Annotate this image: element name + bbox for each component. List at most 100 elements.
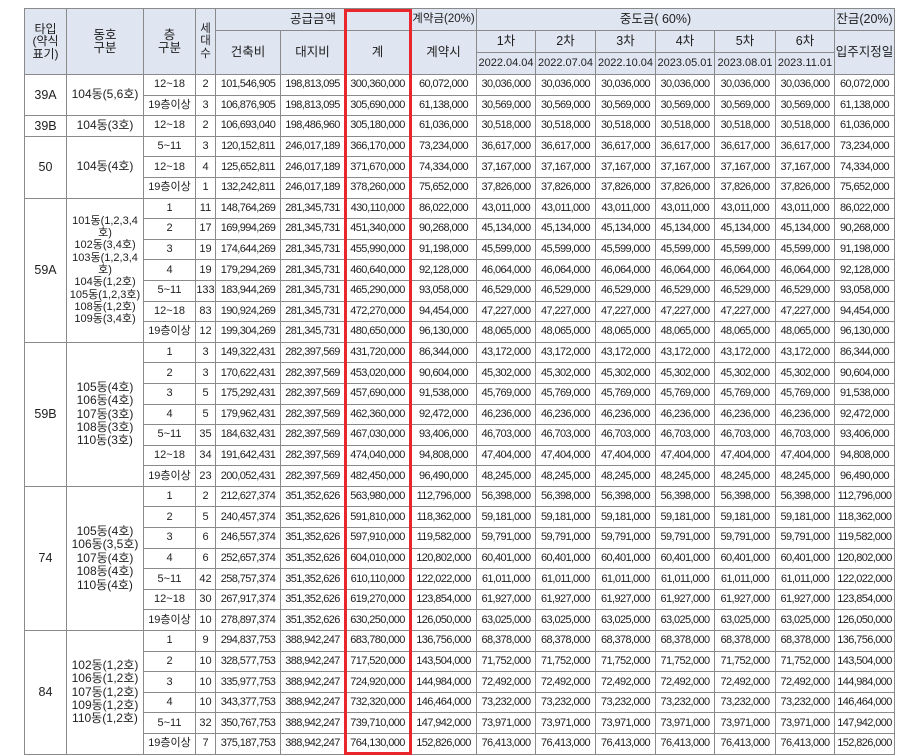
interim-5: 37,826,000 (714, 176, 776, 199)
dong-item: 110동(1,2호) (72, 711, 138, 726)
interim-5: 72,492,000 (714, 671, 776, 693)
land-cost: 351,352,626 (280, 506, 345, 529)
building-cost: 175,292,431 (215, 382, 281, 405)
interim-6: 63,025,000 (775, 609, 835, 632)
interim-1: 30,569,000 (476, 94, 536, 117)
interim-3: 43,172,000 (595, 341, 656, 364)
contract-deposit: 143,504,000 (410, 650, 477, 673)
interim-6: 60,401,000 (775, 547, 835, 570)
interim-5: 43,011,000 (714, 197, 776, 220)
interim-2: 37,167,000 (535, 156, 596, 178)
installment-2-header: 2차 (535, 30, 596, 53)
interim-3: 61,011,000 (595, 568, 656, 590)
balance-payment: 73,234,000 (834, 135, 895, 158)
contract-deposit: 61,036,000 (410, 115, 477, 137)
dong-item: 106동(3,5호) (71, 537, 139, 552)
floor-header: 층 구분 (143, 8, 196, 75)
table-row: 4 10 343,377,753 388,942,247 732,320,000 146,… (25, 691, 895, 714)
interim-2: 73,971,000 (535, 712, 596, 734)
unit-count: 3 (195, 94, 216, 117)
balance-payment: 61,036,000 (834, 115, 895, 137)
floor-range: 4 (143, 691, 196, 714)
unit-count: 42 (195, 568, 216, 590)
unit-count: 10 (195, 691, 216, 714)
interim-4: 59,181,000 (655, 506, 715, 529)
interim-1: 46,064,000 (476, 259, 536, 281)
interim-1: 45,599,000 (476, 238, 536, 261)
table-row: 2 3 170,622,431 282,397,569 453,020,000 90,60… (25, 362, 895, 384)
dong-list: 104동(3호) (66, 115, 144, 137)
building-cost: 120,152,811 (215, 135, 281, 158)
interim-4: 36,617,000 (655, 135, 715, 158)
total-price: 480,650,000 (344, 321, 411, 343)
dong-item: 110동(4호) (77, 577, 133, 592)
floor-range: 4 (143, 547, 196, 570)
interim-5: 59,181,000 (714, 506, 776, 529)
dong-item: 104동(3호) (76, 118, 134, 133)
floor-range: 4 (143, 259, 196, 281)
balance-payment: 119,582,000 (834, 527, 895, 549)
contract-deposit: 93,058,000 (410, 279, 477, 302)
total-price: 563,980,000 (344, 485, 411, 508)
building-cost: 212,627,374 (215, 485, 281, 508)
building-cost: 335,977,753 (215, 671, 281, 693)
dong-item: 102동(3,4호) (74, 239, 136, 252)
unit-type: 59A (24, 197, 67, 343)
building-cost: 328,577,753 (215, 650, 281, 673)
contract-deposit: 60,072,000 (410, 74, 477, 96)
units-header: 세 대 수 (195, 8, 216, 75)
total-price: 467,030,000 (344, 424, 411, 446)
balance-payment: 93,058,000 (834, 279, 895, 302)
table-row: 2 10 328,577,753 388,942,247 717,520,000 143,… (25, 650, 895, 673)
table-row: 12~18 30 267,917,374 351,352,626 619,270,000… (25, 588, 895, 611)
dong-list: 104동(5,6호) (66, 73, 144, 117)
interim-1: 46,236,000 (476, 403, 536, 426)
contract-deposit: 146,464,000 (410, 691, 477, 714)
land-cost: 198,813,095 (280, 74, 345, 96)
unit-type: 59B (24, 341, 67, 487)
total-price: 305,180,000 (344, 115, 411, 137)
interim-2: 63,025,000 (535, 609, 596, 632)
interim-5: 30,518,000 (714, 115, 776, 137)
table-row: 4 5 179,962,431 282,397,569 462,360,000 92,47… (25, 403, 895, 426)
balance-payment: 91,198,000 (834, 238, 895, 261)
balance-payment: 146,464,000 (834, 691, 895, 714)
building-cost: 375,187,753 (215, 733, 281, 755)
floor-range: 5~11 (143, 424, 196, 446)
dong-item: 107동(4호) (76, 550, 134, 565)
table-row: 3 10 335,977,753 388,942,247 724,920,000 144,… (25, 671, 895, 693)
land-cost: 388,942,247 (280, 650, 345, 673)
installment-2-date: 2022.07.04 (535, 52, 596, 75)
contract-deposit: 92,128,000 (410, 259, 477, 281)
land-cost: 282,397,569 (280, 382, 345, 405)
total-price: 610,110,000 (344, 568, 411, 590)
interim-2: 48,065,000 (535, 321, 596, 343)
interim-1: 46,703,000 (476, 424, 536, 446)
unit-type: 84 (24, 630, 67, 755)
interim-6: 72,492,000 (775, 671, 835, 693)
building-cost: 184,632,431 (215, 424, 281, 446)
land-cost: 282,397,569 (280, 403, 345, 426)
interim-1: 43,011,000 (476, 197, 536, 220)
interim-5: 48,245,000 (714, 465, 776, 487)
building-cost: 252,657,374 (215, 547, 281, 570)
type-header: 타입 (약식 표기) (24, 8, 67, 75)
interim-3: 61,927,000 (595, 588, 656, 611)
interim-4: 73,971,000 (655, 712, 715, 734)
floor-range: 12~18 (143, 588, 196, 611)
interim-6: 68,378,000 (775, 630, 835, 652)
installment-3-header: 3차 (595, 30, 656, 53)
building-cost: 132,242,811 (215, 176, 281, 199)
unit-type: 39A (24, 73, 67, 117)
interim-6: 48,245,000 (775, 465, 835, 487)
contract-deposit: 73,234,000 (410, 135, 477, 158)
unit-count: 83 (195, 300, 216, 323)
total-price: 683,780,000 (344, 630, 411, 652)
floor-range: 3 (143, 382, 196, 405)
interim-5: 46,703,000 (714, 424, 776, 446)
total-price: 371,670,000 (344, 156, 411, 178)
interim-3: 37,167,000 (595, 156, 656, 178)
interim-5: 46,529,000 (714, 279, 776, 302)
interim-3: 63,025,000 (595, 609, 656, 632)
interim-6: 46,703,000 (775, 424, 835, 446)
